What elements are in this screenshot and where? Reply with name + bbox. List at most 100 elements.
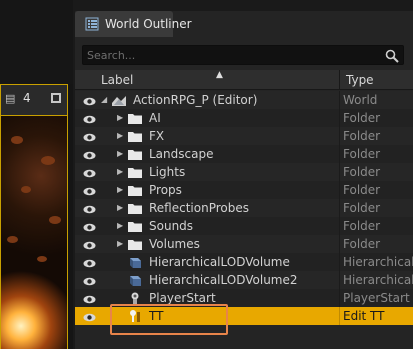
expand-arrow-icon[interactable]: ▶ [117, 239, 125, 249]
visibility-eye-icon[interactable] [83, 239, 96, 250]
row-label: Lights [149, 165, 186, 179]
visibility-eye-icon[interactable] [83, 257, 96, 268]
column-divider [339, 163, 340, 181]
scene-leaf [7, 236, 18, 243]
tree-row[interactable]: HierarchicalLODVolume HierarchicalL [75, 253, 413, 271]
tree-row[interactable]: ▶ Props Folder [75, 181, 413, 199]
column-type-header[interactable]: Type [346, 73, 374, 87]
folder-icon [127, 183, 143, 197]
folder-icon [127, 237, 143, 251]
column-divider [339, 127, 340, 145]
level-viewport[interactable]: ▤ 4 [0, 0, 73, 349]
visibility-eye-icon[interactable] [83, 275, 96, 286]
row-label: Landscape [149, 147, 214, 161]
expand-arrow-icon[interactable]: ▶ [117, 221, 125, 231]
tree-row[interactable]: ▶ Volumes Folder [75, 235, 413, 253]
visibility-eye-icon[interactable] [83, 203, 96, 214]
expand-arrow-icon[interactable]: ▶ [117, 149, 125, 159]
column-divider [339, 271, 340, 289]
search-box[interactable] [82, 45, 404, 65]
world-icon [111, 93, 127, 107]
camera-speed-value[interactable]: 4 [23, 91, 37, 107]
tree-row[interactable]: ▶ ReflectionProbes Folder [75, 199, 413, 217]
row-label: PlayerStart [149, 291, 216, 305]
visibility-eye-icon[interactable] [83, 149, 96, 160]
folder-icon [127, 201, 143, 215]
column-divider [339, 217, 340, 235]
column-divider [339, 199, 340, 217]
expand-arrow-icon[interactable]: ▶ [117, 185, 125, 195]
search-input[interactable] [87, 48, 377, 62]
row-type: Folder [343, 147, 381, 161]
tab-label: World Outliner [105, 17, 192, 31]
column-label-header[interactable]: Label [101, 73, 133, 87]
row-type: Folder [343, 237, 381, 251]
scene-leaf [11, 136, 23, 144]
tree-row[interactable]: ▶ Landscape Folder [75, 145, 413, 163]
column-divider [339, 253, 340, 271]
world-outliner-panel: World Outliner Label ▲ Type ◢ ActionRPG_P… [75, 11, 413, 349]
column-divider [339, 91, 340, 109]
folder-icon [127, 147, 143, 161]
player-start-icon [127, 291, 143, 305]
row-type: HierarchicalL [343, 273, 413, 287]
viewport-dark-area [0, 0, 73, 84]
row-type: PlayerStart [343, 291, 410, 305]
column-divider [339, 307, 340, 325]
visibility-eye-icon[interactable] [83, 293, 96, 304]
folder-icon [127, 111, 143, 125]
cube-icon [127, 255, 143, 269]
column-divider [339, 109, 340, 127]
row-type: Folder [343, 111, 381, 125]
sort-ascending-icon[interactable]: ▲ [216, 70, 223, 80]
column-divider [339, 145, 340, 163]
folder-icon [127, 165, 143, 179]
row-label: Props [149, 183, 182, 197]
expand-arrow-icon[interactable]: ▶ [117, 167, 125, 177]
visibility-eye-icon[interactable] [83, 113, 96, 124]
scene-leaf [21, 186, 31, 193]
expand-arrow-icon[interactable]: ▶ [117, 203, 125, 213]
tree-row[interactable]: ▶ Lights Folder [75, 163, 413, 181]
outliner-tree: ◢ ActionRPG_P (Editor) World ▶ AI Folder ▶ FX Fo… [75, 91, 413, 325]
scene-leaf [49, 216, 61, 224]
tree-row[interactable]: HierarchicalLODVolume2 HierarchicalL [75, 271, 413, 289]
tree-row[interactable]: ▶ AI Folder [75, 109, 413, 127]
row-label: HierarchicalLODVolume [149, 255, 290, 269]
folder-icon [127, 219, 143, 233]
tree-row[interactable]: ▶ Sounds Folder [75, 217, 413, 235]
viewport-scene[interactable] [0, 116, 68, 349]
visibility-eye-icon[interactable] [83, 311, 96, 322]
tab-world-outliner[interactable]: World Outliner [75, 11, 192, 37]
camera-speed-icon[interactable]: ▤ [5, 92, 21, 105]
visibility-eye-icon[interactable] [83, 95, 96, 106]
scene-leaf [41, 156, 55, 165]
maximize-viewport-icon[interactable] [51, 93, 61, 103]
column-divider [339, 181, 340, 199]
row-type: Folder [343, 129, 381, 143]
column-divider [339, 289, 340, 307]
visibility-eye-icon[interactable] [83, 221, 96, 232]
tree-row[interactable]: ▶ FX Folder [75, 127, 413, 145]
scene-leaf [37, 256, 47, 262]
visibility-eye-icon[interactable] [83, 131, 96, 142]
search-icon[interactable] [385, 49, 399, 63]
row-type: Folder [343, 165, 381, 179]
column-header: Label ▲ Type [75, 70, 413, 90]
visibility-eye-icon[interactable] [83, 167, 96, 178]
expand-arrow-icon[interactable]: ▶ [117, 131, 125, 141]
row-label: Volumes [149, 237, 200, 251]
expand-arrow-icon[interactable]: ▶ [117, 113, 125, 123]
visibility-eye-icon[interactable] [83, 185, 96, 196]
tree-row[interactable]: ◢ ActionRPG_P (Editor) World [75, 91, 413, 109]
column-divider[interactable] [339, 70, 340, 90]
outliner-list-icon [85, 17, 99, 31]
row-type: HierarchicalL [343, 255, 413, 269]
row-type: Folder [343, 219, 381, 233]
cube-icon [127, 273, 143, 287]
row-label: Sounds [149, 219, 194, 233]
row-type: World [343, 93, 378, 107]
collapse-arrow-icon[interactable]: ◢ [101, 95, 109, 105]
row-label: ReflectionProbes [149, 201, 249, 215]
edit-actor-link[interactable]: Edit TT [343, 309, 413, 323]
